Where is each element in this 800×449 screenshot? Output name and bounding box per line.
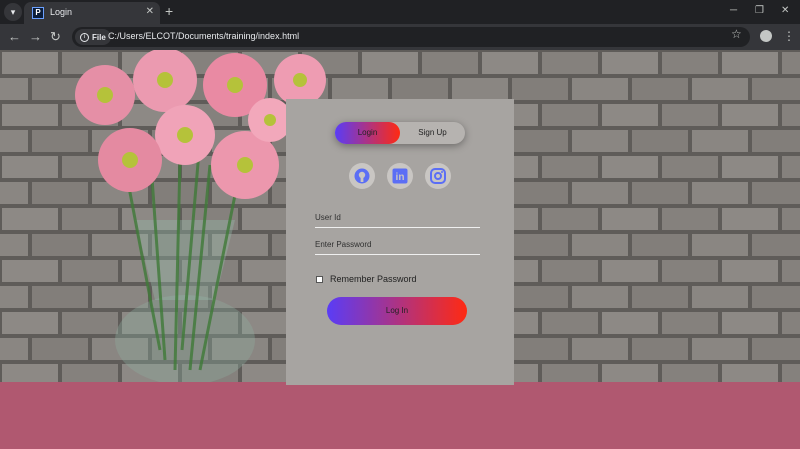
browser-tab[interactable]: P Login ✕ <box>24 2 160 24</box>
reload-icon[interactable]: ↻ <box>50 29 61 45</box>
new-tab-icon[interactable]: + <box>165 3 173 19</box>
login-tab[interactable]: Login <box>335 128 400 137</box>
user-id-underline <box>315 227 480 228</box>
restore-icon[interactable]: ❐ <box>755 4 764 18</box>
table-surface <box>0 382 800 449</box>
profile-avatar-icon[interactable] <box>760 30 772 42</box>
tab-title: Login <box>50 7 73 17</box>
user-id-input[interactable]: User Id <box>315 213 341 222</box>
url-text[interactable]: C:/Users/ELCOT/Documents/training/index.… <box>108 31 299 41</box>
forward-icon[interactable]: → <box>29 29 42 45</box>
linkedin-button[interactable]: in <box>387 163 413 189</box>
login-submit-button[interactable]: Log In <box>327 297 467 325</box>
auth-toggle: Login Sign Up <box>335 122 465 144</box>
tab-close-icon[interactable]: ✕ <box>146 6 154 18</box>
login-card: Login Sign Up in User Id Enter Password … <box>286 99 514 385</box>
signup-tab[interactable]: Sign Up <box>400 128 465 137</box>
remember-checkbox[interactable] <box>316 276 323 283</box>
tab-strip: ▾ P Login ✕ + ─ ❐ ✕ <box>0 0 800 24</box>
bookmark-star-icon[interactable]: ☆ <box>731 27 742 41</box>
remember-label: Remember Password <box>330 274 417 284</box>
info-icon: i <box>80 32 89 42</box>
minimize-icon[interactable]: ─ <box>730 4 737 18</box>
browser-toolbar: ← → ↻ i File C:/Users/ELCOT/Documents/tr… <box>0 24 800 50</box>
github-icon <box>354 168 370 184</box>
github-button[interactable] <box>349 163 375 189</box>
tab-search-icon[interactable]: ▾ <box>4 3 22 21</box>
more-menu-icon[interactable]: ⋮ <box>783 29 795 43</box>
favicon-icon: P <box>32 7 44 19</box>
instagram-button[interactable] <box>425 163 451 189</box>
page-viewport: Login Sign Up in User Id Enter Password … <box>0 50 800 449</box>
back-icon[interactable]: ← <box>8 29 21 45</box>
address-bar[interactable]: i File C:/Users/ELCOT/Documents/training… <box>72 27 750 47</box>
site-info-label: File <box>92 32 106 42</box>
site-info-chip[interactable]: i File <box>75 29 111 45</box>
svg-text:in: in <box>396 172 405 183</box>
close-window-icon[interactable]: ✕ <box>781 4 789 18</box>
password-underline <box>315 254 480 255</box>
linkedin-icon: in <box>392 168 408 184</box>
password-input[interactable]: Enter Password <box>315 240 371 249</box>
instagram-icon <box>430 168 446 184</box>
